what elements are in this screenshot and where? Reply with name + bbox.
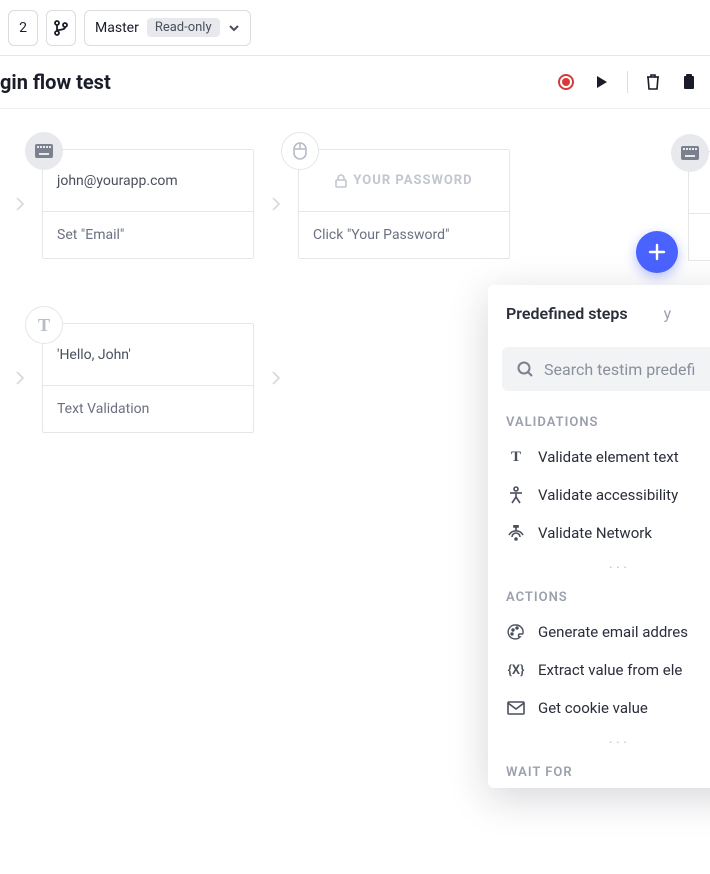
action-icons — [555, 71, 700, 93]
search-placeholder: Search testim predefi — [544, 360, 695, 379]
accessibility-icon — [506, 486, 526, 504]
step-type-badge — [281, 132, 319, 170]
partial-step-right[interactable] — [688, 151, 710, 261]
git-branch-icon — [54, 20, 68, 36]
step-header: YOUR PASSWORD — [299, 150, 509, 212]
section-label-waitfor: WAIT FOR — [488, 747, 710, 788]
chevron-right-icon — [270, 196, 282, 212]
step-arrow — [262, 370, 290, 386]
item-validate-element-text[interactable]: T Validate element text — [488, 438, 710, 476]
step-footer: Text Validation — [43, 386, 253, 432]
step-row-1: john@yourapp.com Set "Email" YOUR PASSWO… — [0, 149, 710, 259]
keyboard-icon — [35, 144, 53, 158]
item-label: Extract value from ele — [538, 661, 682, 679]
network-icon — [506, 525, 526, 541]
mouse-icon — [292, 141, 308, 161]
section-label-actions: ACTIONS — [488, 572, 710, 613]
divider — [627, 71, 628, 93]
chevron-down-icon — [228, 22, 240, 34]
search-input[interactable]: Search testim predefi — [502, 347, 710, 391]
item-label: Validate element text — [538, 448, 679, 466]
topbar: 2 Master Read-only — [0, 0, 710, 56]
branch-icon-button[interactable] — [46, 10, 76, 46]
test-canvas: john@yourapp.com Set "Email" YOUR PASSWO… — [0, 109, 710, 865]
truncated-indicator: . . . — [488, 552, 710, 572]
step-type-badge — [671, 134, 709, 172]
trash-icon — [645, 73, 661, 91]
play-button[interactable] — [591, 71, 613, 93]
play-icon — [594, 74, 610, 90]
predefined-steps-popover: Predefined steps y Search testim predefi… — [488, 285, 710, 788]
item-label: Get cookie value — [538, 699, 648, 717]
step-footer: Set "Email" — [43, 212, 253, 258]
chevron-right-icon — [270, 370, 282, 386]
step-type-badge: T — [25, 306, 63, 344]
item-label: Validate accessibility — [538, 486, 678, 504]
section-label-validations: VALIDATIONS — [488, 397, 710, 438]
tab-predefined-steps[interactable]: Predefined steps — [488, 290, 646, 337]
step-text-validation[interactable]: T 'Hello, John' Text Validation — [42, 323, 254, 433]
step-header: john@yourapp.com — [43, 150, 253, 212]
step-arrow — [262, 196, 290, 212]
item-generate-email[interactable]: Generate email addres — [488, 613, 710, 651]
popover-tabs: Predefined steps y — [488, 285, 710, 337]
item-label: Generate email addres — [538, 623, 688, 641]
item-validate-accessibility[interactable]: Validate accessibility — [488, 476, 710, 514]
step-footer: Click "Your Password" — [299, 212, 509, 258]
text-icon: T — [506, 449, 526, 466]
lock-icon — [335, 174, 347, 188]
branch-mode-chip: Read-only — [147, 18, 220, 37]
variable-icon: {X} — [506, 663, 526, 678]
counter-chip[interactable]: 2 — [8, 10, 38, 46]
step-type-badge — [25, 132, 63, 170]
delete-button[interactable] — [642, 71, 664, 93]
clipboard-icon — [682, 73, 696, 91]
step-header: 'Hello, John' — [43, 324, 253, 386]
envelope-icon — [506, 701, 526, 715]
branch-name: Master — [95, 20, 139, 36]
chevron-right-icon — [14, 196, 26, 212]
step-click-password[interactable]: YOUR PASSWORD Click "Your Password" — [298, 149, 510, 259]
keyboard-icon — [681, 146, 699, 160]
item-label: Validate Network — [538, 524, 652, 542]
item-validate-network[interactable]: Validate Network — [488, 514, 710, 552]
tab-other[interactable]: y — [646, 290, 690, 337]
counter-value: 2 — [19, 20, 27, 36]
record-button[interactable] — [555, 71, 577, 93]
subheader: gin flow test — [0, 56, 710, 109]
truncated-indicator: . . . — [488, 727, 710, 747]
step-arrow — [6, 370, 34, 386]
search-icon — [516, 360, 534, 378]
step-arrow — [6, 196, 34, 212]
item-get-cookie[interactable]: Get cookie value — [488, 689, 710, 727]
add-step-fab[interactable] — [636, 231, 678, 273]
test-title[interactable]: gin flow test — [0, 70, 111, 94]
item-extract-value[interactable]: {X} Extract value from ele — [488, 651, 710, 689]
record-icon — [557, 73, 575, 91]
step-set-email[interactable]: john@yourapp.com Set "Email" — [42, 149, 254, 259]
chevron-right-icon — [14, 370, 26, 386]
branch-selector[interactable]: Master Read-only — [84, 10, 251, 46]
palette-icon — [506, 623, 526, 641]
clipboard-button[interactable] — [678, 71, 700, 93]
text-icon: T — [38, 315, 50, 336]
plus-icon — [647, 242, 667, 262]
step-header-text: YOUR PASSWORD — [353, 173, 472, 188]
